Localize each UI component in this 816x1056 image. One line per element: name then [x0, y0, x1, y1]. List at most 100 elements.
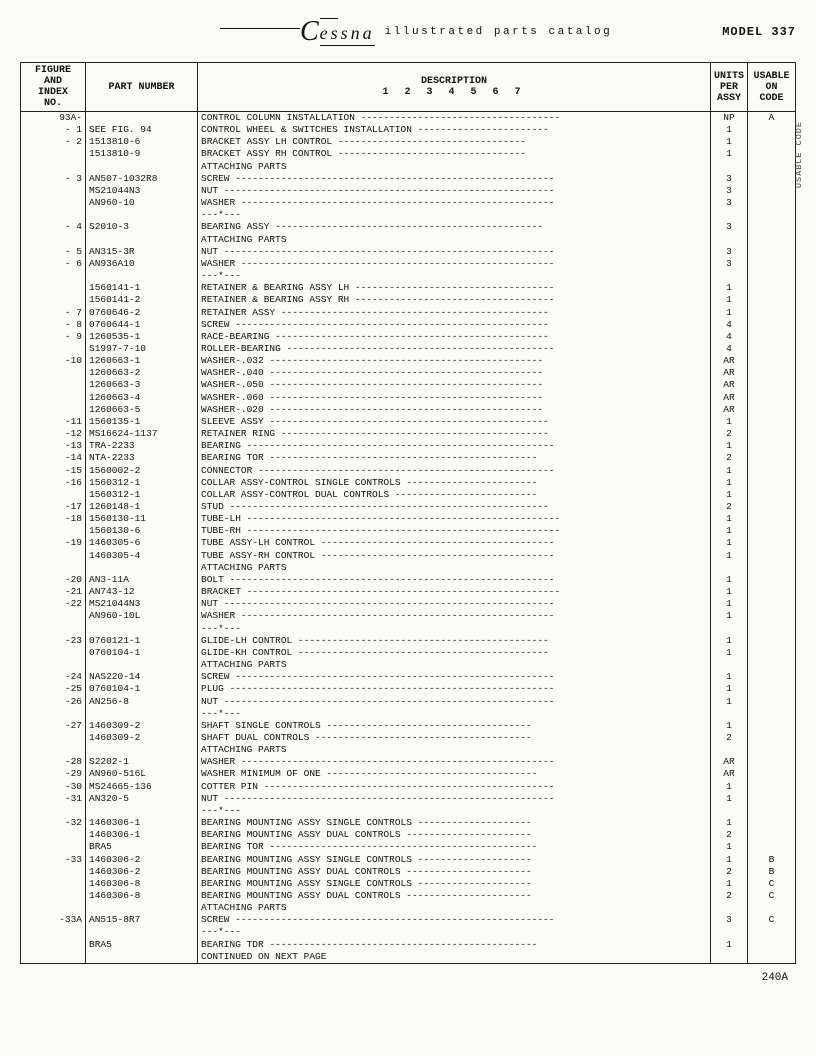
cell-usable	[748, 647, 796, 659]
col-header-part: PART NUMBER	[86, 63, 198, 112]
page-footer: 240A	[20, 972, 796, 984]
cell-figure: -16	[21, 477, 86, 489]
cell-usable	[748, 416, 796, 428]
page: C essna illustrated parts catalog MODEL …	[0, 0, 816, 1056]
cell-usable	[748, 234, 796, 246]
table-row: 0760104-1 GLIDE-KH CONTROL -------------…	[21, 647, 796, 659]
cell-description: WASHER ---------------------------------…	[198, 610, 711, 622]
cell-part	[86, 902, 198, 914]
cell-figure	[21, 890, 86, 902]
cell-part: 1560312-1	[86, 477, 198, 489]
cell-usable: C	[748, 878, 796, 890]
table-row: - 1SEE FIG. 94 CONTROL WHEEL & SWITCHES …	[21, 124, 796, 136]
cell-units: 1	[710, 537, 747, 549]
table-row: ATTACHING PARTS	[21, 562, 796, 574]
cell-figure: -32	[21, 817, 86, 829]
cell-part: AN960-10	[86, 197, 198, 209]
table-row: 1460305-4TUBE ASSY-RH CONTROL ----------…	[21, 550, 796, 562]
cell-usable	[748, 732, 796, 744]
cell-usable	[748, 294, 796, 306]
cell-description: CONTROL COLUMN INSTALLATION ------------…	[198, 112, 711, 125]
cell-figure: -29	[21, 768, 86, 780]
cell-figure	[21, 379, 86, 391]
cell-usable	[748, 586, 796, 598]
cell-part: 1460309-2	[86, 720, 198, 732]
table-row: -171260148-1STUD -----------------------…	[21, 501, 796, 513]
cell-part: 1460305-6	[86, 537, 198, 549]
cell-figure: - 1	[21, 124, 86, 136]
cell-part: 0760646-2	[86, 307, 198, 319]
cell-figure: - 6	[21, 258, 86, 270]
usable-code-label: USABLE CODE	[794, 121, 804, 188]
table-row: -26AN256-8NUT --------------------------…	[21, 696, 796, 708]
cell-units: 1	[710, 294, 747, 306]
cell-description: ATTACHING PARTS	[198, 902, 711, 914]
cell-description: SCREW ----------------------------------…	[198, 914, 711, 926]
cell-description: BEARING MOUNTING ASSY SINGLE CONTROLS --…	[198, 878, 711, 890]
cell-part	[86, 623, 198, 635]
cell-usable	[748, 270, 796, 282]
cell-part: AN743-12	[86, 586, 198, 598]
table-row: - 80760644-1 SCREW ---------------------…	[21, 319, 796, 331]
table-row: - 3AN507-1032R8SCREW -------------------…	[21, 173, 796, 185]
cell-figure	[21, 732, 86, 744]
cell-units: 2	[710, 829, 747, 841]
cell-part: 1560141-1	[86, 282, 198, 294]
cell-description: WASHER-.060 ----------------------------…	[198, 392, 711, 404]
cell-units: 3	[710, 221, 747, 233]
cell-part: MS24665-136	[86, 781, 198, 793]
cell-part: 0760104-1	[86, 647, 198, 659]
cell-usable	[748, 525, 796, 537]
cell-figure	[21, 647, 86, 659]
cell-figure	[21, 209, 86, 221]
cell-units: 1	[710, 793, 747, 805]
cell-description: SCREW ----------------------------------…	[198, 671, 711, 683]
cell-figure	[21, 550, 86, 562]
cell-usable	[748, 768, 796, 780]
cell-units: 1	[710, 696, 747, 708]
cell-usable	[748, 562, 796, 574]
table-row: BRA5 BEARING TOR -----------------------…	[21, 841, 796, 853]
table-row: -111560135-1 SLEEVE ASSY ---------------…	[21, 416, 796, 428]
cell-description: WASHER ---------------------------------…	[198, 258, 711, 270]
cell-units: 3	[710, 246, 747, 258]
cell-usable	[748, 805, 796, 817]
cell-usable	[748, 635, 796, 647]
cell-usable	[748, 258, 796, 270]
cell-part: 1513810-6	[86, 136, 198, 148]
cell-description: BRACKET ASSY RH CONTROL ----------------…	[198, 148, 711, 160]
cell-description: ATTACHING PARTS	[198, 562, 711, 574]
cell-usable	[748, 307, 796, 319]
cell-description: RETAINER & BEARING ASSY LH -------------…	[198, 282, 711, 294]
cell-units	[710, 659, 747, 671]
cell-part: MS16624-1137	[86, 428, 198, 440]
table-row: -31AN320-5NUT --------------------------…	[21, 793, 796, 805]
table-row: 1460306-1BEARING MOUNTING ASSY DUAL CONT…	[21, 829, 796, 841]
cell-units: 4	[710, 343, 747, 355]
cell-part	[86, 112, 198, 125]
cell-figure	[21, 234, 86, 246]
table-row: -30MS24665-136COTTER PIN ---------------…	[21, 781, 796, 793]
cell-description: GLIDE-KH CONTROL -----------------------…	[198, 647, 711, 659]
cell-description: RETAINER & BEARING ASSY RH -------------…	[198, 294, 711, 306]
cell-usable	[748, 623, 796, 635]
cell-description: ATTACHING PARTS	[198, 161, 711, 173]
table-row: 1560130-6TUBE-RH -----------------------…	[21, 525, 796, 537]
cell-description: BEARING MOUNTING ASSY SINGLE CONTROLS --…	[198, 854, 711, 866]
table-row: ---*---	[21, 805, 796, 817]
cell-part	[86, 708, 198, 720]
cell-usable	[748, 902, 796, 914]
cell-units: 3	[710, 197, 747, 209]
cell-part	[86, 234, 198, 246]
cell-usable	[748, 246, 796, 258]
cell-part: S2202-1	[86, 756, 198, 768]
table-row: -12MS16624-1137 RETAINER RING ----------…	[21, 428, 796, 440]
cell-figure: -18	[21, 513, 86, 525]
cell-units: 4	[710, 331, 747, 343]
table-row: 1260663-2 WASHER-.040 ------------------…	[21, 367, 796, 379]
cell-usable	[748, 379, 796, 391]
table-row: 1560141-2RETAINER & BEARING ASSY RH ----…	[21, 294, 796, 306]
cell-part: MS21044N3	[86, 185, 198, 197]
table-row: 1560312-1COLLAR ASSY-CONTROL DUAL CONTRO…	[21, 489, 796, 501]
cell-usable	[748, 720, 796, 732]
